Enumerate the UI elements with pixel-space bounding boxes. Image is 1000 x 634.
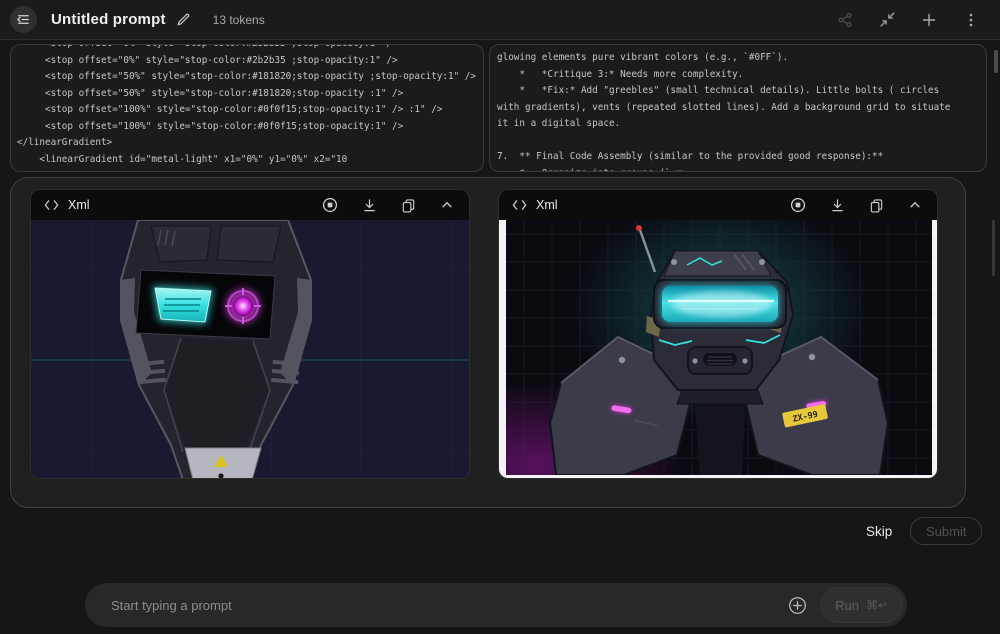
code-line: <stop offset="0%" style="stop-color:#2b2… [17, 54, 398, 66]
run-shortcut: ⌘↵ [865, 598, 888, 612]
submit-button[interactable]: Submit [910, 517, 983, 545]
copy-icon [870, 198, 882, 212]
code-line: <linearGradient id="metal-light" x1="0%"… [17, 153, 348, 165]
xml-preview-card-left: Xml [30, 189, 470, 479]
code-line: <stop offset="0%" style="stop-color:#2b2… [17, 45, 477, 53]
collapse-card-button[interactable] [906, 196, 924, 214]
svg-render-left-robot [31, 220, 469, 478]
topbar-actions [832, 7, 1000, 33]
edit-title-button[interactable] [176, 12, 191, 27]
add-media-button[interactable] [786, 594, 808, 616]
code-line: <stop offset="50%" style="stop-color:#18… [17, 87, 404, 99]
download-icon [831, 198, 843, 211]
notes-line: glowing elements pure vibrant colors (e.… [497, 52, 789, 63]
copy-button[interactable] [867, 196, 885, 214]
download-button[interactable] [360, 196, 378, 214]
sidebar-collapse-button[interactable] [10, 6, 37, 33]
share-button[interactable] [832, 7, 858, 33]
antenna-tip [636, 225, 642, 231]
prompt-bar: Run ⌘↵ [85, 583, 907, 627]
page-scrollbar-thumb[interactable] [994, 50, 998, 73]
download-icon [363, 198, 375, 211]
chevron-up-icon [910, 201, 920, 208]
notes-line: * *Critique 3:* Needs more complexity. [497, 68, 744, 80]
notes-lines: glowing elements pure vibrant colors (e.… [497, 50, 979, 172]
pencil-icon [177, 13, 189, 26]
render-toggle-button[interactable] [321, 196, 339, 214]
run-label: Run [835, 597, 859, 613]
notes-line: * Organize into groups (`<g> [497, 166, 979, 172]
model-notes-panel[interactable]: glowing elements pure vibrant colors (e.… [489, 44, 987, 172]
card-header: Xml [31, 190, 469, 220]
token-count: 13 tokens [212, 12, 265, 27]
notes-line: it in a digital space. [497, 118, 621, 129]
response-comparison-card: Xml Xml ZX-99 [10, 177, 966, 508]
download-button[interactable] [828, 196, 846, 214]
panel-scrollbar-thumb[interactable] [992, 220, 995, 276]
svg-render-right-robot: ZX-99 [499, 220, 937, 478]
card-header: Xml [499, 190, 937, 220]
merge-arrows-icon [879, 12, 895, 27]
code-icon [512, 200, 527, 210]
notes-line: 7. ** Final Code Assembly (similar to th… [497, 151, 884, 162]
code-icon [44, 200, 59, 210]
top-app-bar: Untitled prompt 13 tokens [0, 0, 1000, 40]
code-line: <stop offset="50%" style="stop-color:#18… [17, 71, 476, 82]
skip-button[interactable]: Skip [858, 520, 900, 543]
code-lines: <stop offset="0%" style="stop-color:#2b2… [17, 45, 477, 168]
code-line: <stop offset="100%" style="stop-color:#0… [17, 120, 404, 132]
code-line: </linearGradient> [17, 137, 113, 148]
new-prompt-button[interactable] [916, 7, 942, 33]
notes-line: * *Fix:* Add "greebles" (small technical… [497, 85, 940, 96]
notes-line: with gradients), vents (repeated slotted… [497, 101, 951, 113]
prompt-title: Untitled prompt [51, 11, 166, 28]
collapse-menu-icon [16, 15, 29, 24]
prompt-input[interactable] [85, 596, 787, 614]
overflow-menu-button[interactable] [958, 7, 984, 33]
stop-circle-icon [790, 197, 806, 213]
copy-button[interactable] [399, 196, 417, 214]
magenta-eye [233, 296, 253, 316]
run-button[interactable]: Run ⌘↵ [820, 587, 903, 623]
plus-icon [922, 13, 936, 26]
share-icon [838, 12, 852, 27]
language-label: Xml [536, 198, 558, 212]
chevron-up-icon [442, 201, 452, 208]
kebab-menu-icon [969, 13, 973, 26]
render-toggle-button[interactable] [789, 196, 807, 214]
collapse-card-button[interactable] [438, 196, 456, 214]
notes-line [497, 133, 979, 150]
language-label: Xml [68, 198, 90, 212]
copy-icon [402, 198, 414, 212]
compare-prompts-button[interactable] [874, 7, 900, 33]
xml-code-editor[interactable]: <stop offset="0%" style="stop-color:#2b2… [10, 44, 484, 172]
xml-preview-card-right: Xml ZX-99 [498, 189, 938, 479]
plus-circle-icon [788, 596, 806, 614]
code-line: <stop offset="100%" style="stop-color:#0… [17, 104, 443, 115]
stop-circle-icon [322, 197, 338, 213]
